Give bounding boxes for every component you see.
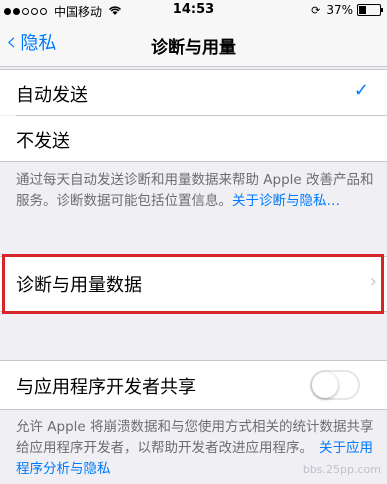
page-title: 诊断与用量 (151, 38, 236, 58)
option-dont-send-label: 不发送 (16, 131, 70, 152)
orientation-lock-icon: ⟳ (311, 3, 321, 17)
option-auto-send[interactable]: 自动发送 ✓ (0, 70, 387, 115)
battery-icon (357, 4, 383, 16)
status-right: ⟳ 37% (311, 3, 383, 17)
highlight-box (2, 254, 384, 314)
toggle-knob (312, 372, 338, 398)
status-bar: 中国移动 14:53 ⟳ 37% (0, 0, 387, 20)
send-footer-note: 通过每天自动发送诊断和用量数据来帮助 Apple 改善产品和服务。诊断数据可能包… (16, 170, 376, 212)
divider (0, 409, 387, 410)
option-auto-send-label: 自动发送 (16, 85, 88, 106)
navigation-bar: ‹ 隐私 诊断与用量 (0, 20, 387, 67)
privacy-about-link[interactable]: 关于诊断与隐私… (232, 193, 340, 209)
share-with-developers-label: 与应用程序开发者共享 (16, 377, 196, 398)
battery-percent: 37% (326, 3, 353, 17)
share-with-developers-toggle[interactable] (310, 370, 360, 400)
watermark-text: bbs.25pp.com (302, 463, 381, 476)
divider (0, 161, 387, 162)
checkmark-icon: ✓ (353, 80, 369, 101)
option-dont-send[interactable]: 不发送 (0, 116, 387, 161)
